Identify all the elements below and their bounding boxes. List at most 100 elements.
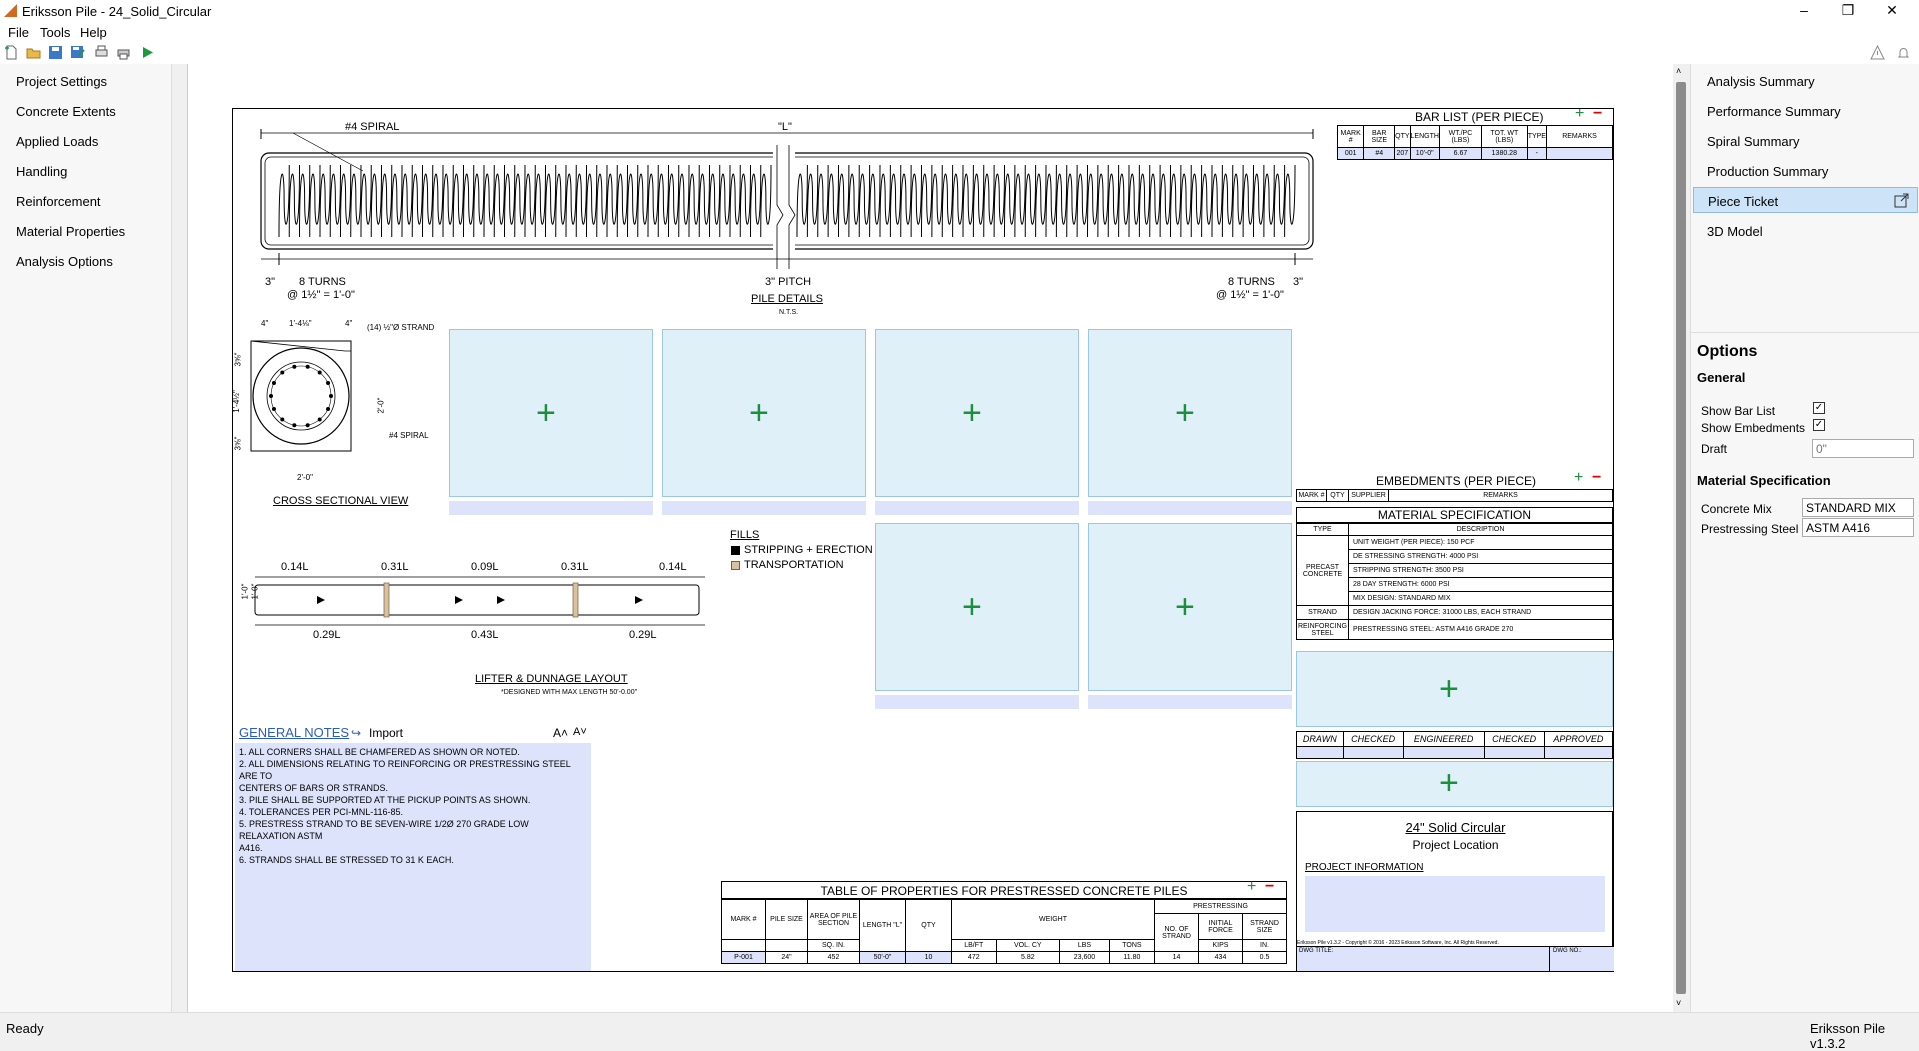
nav-project-settings[interactable]: Project Settings [16,74,107,89]
draft-input[interactable] [1812,439,1914,458]
import-icon[interactable]: ↪ [351,726,361,740]
status-text: Ready [6,1021,44,1036]
cs-left-b: 3⅝" [233,436,243,451]
menu-tools[interactable]: Tools [40,25,70,40]
nav-applied-loads[interactable]: Applied Loads [16,134,98,149]
cell-remarks[interactable] [1546,147,1613,160]
nav-reinforcement[interactable]: Reinforcement [16,194,101,209]
close-button[interactable]: ✕ [1870,0,1914,22]
cell-bar-size[interactable]: #4 [1363,147,1396,160]
logo-image-slot[interactable]: + [1296,651,1613,727]
image-caption-4[interactable] [1088,501,1292,515]
nav-handling[interactable]: Handling [16,164,67,179]
signoff-cell[interactable] [1483,746,1545,759]
th-emb-qty: QTY [1326,489,1349,502]
signoff-cell[interactable] [1296,746,1344,759]
nav-analysis-summary[interactable]: Analysis Summary [1707,74,1815,89]
save-as-icon[interactable] [70,45,85,60]
signoff-cell[interactable] [1342,746,1404,759]
nav-analysis-options[interactable]: Analysis Options [16,254,113,269]
scroll-down-icon[interactable]: ˅ [1676,998,1681,1008]
signoff-cell[interactable] [1402,746,1485,759]
image-caption-5[interactable] [875,695,1079,709]
image-caption-1[interactable] [449,501,653,515]
scrollbar-thumb[interactable] [1676,82,1686,994]
open-folder-icon[interactable] [26,45,41,60]
nav-performance-summary[interactable]: Performance Summary [1707,104,1841,119]
window-title: Eriksson Pile - 24_Solid_Circular [22,4,212,19]
cell-mark[interactable]: P-001 [721,951,766,964]
cell-length[interactable]: 50'-0" [859,951,906,964]
prestressing-steel-input[interactable]: ASTM A416 [1802,518,1914,537]
menu-file[interactable]: File [8,25,29,40]
embedments-remove-button[interactable]: − [1592,469,1601,487]
cell-type[interactable]: - [1526,147,1548,160]
cell-qty[interactable]: 207 [1394,147,1411,160]
image-caption-3[interactable] [875,501,1079,515]
show-embedments-checkbox[interactable]: ✓ [1813,419,1825,431]
nav-spiral-summary[interactable]: Spiral Summary [1707,134,1799,149]
run-analysis-icon[interactable] [140,45,155,60]
warning-icon[interactable] [1870,45,1885,60]
vertical-scrollbar[interactable]: ˄ ˅ [1673,64,1689,1012]
stamp-image-slot[interactable]: + [1296,761,1613,807]
cs-top-mid: 1'-4⅛" [289,319,312,328]
scroll-up-icon[interactable]: ˄ [1676,66,1681,76]
nav-piece-ticket-label: Piece Ticket [1708,194,1779,209]
concrete-mix-input[interactable]: STANDARD MIX [1802,498,1914,517]
font-increase-button[interactable]: A˄ [553,726,568,740]
cell-lbft: 472 [951,951,997,964]
cell-wt-pc[interactable]: 6.67 [1438,147,1482,160]
nav-3d-model[interactable]: 3D Model [1707,224,1763,239]
notification-bell-icon[interactable] [1896,45,1911,60]
cell-length[interactable]: 10'-0" [1409,147,1440,160]
image-slot-4[interactable]: + [1088,329,1292,497]
image-caption-2[interactable] [662,501,866,515]
signoff-cell[interactable] [1543,746,1614,759]
cs-top-4b: 4" [345,319,353,328]
bar-list-add-button[interactable]: + [1575,105,1584,123]
project-info-field[interactable] [1305,876,1605,932]
image-slot-3[interactable]: + [875,329,1079,497]
save-icon[interactable] [48,45,63,60]
cell-area: 452 [807,951,860,964]
material-spec-table-block: MATERIAL SPECIFICATION TYPE DESCRIPTION P… [1296,507,1613,640]
image-slot-2[interactable]: + [662,329,866,497]
bar-list-remove-button[interactable]: − [1593,105,1602,123]
cell-qty[interactable]: 10 [905,951,952,964]
minimize-button[interactable]: – [1782,0,1826,22]
embedments-title: EMBEDMENTS (PER PIECE) [1376,474,1537,488]
nav-concrete-extents[interactable]: Concrete Extents [16,104,116,119]
properties-remove-button[interactable]: − [1265,878,1274,896]
image-slot-1[interactable]: + [449,329,653,497]
table-row[interactable]: P-001 24" 452 50'-0" 10 472 5.82 23,600 … [721,951,1287,964]
new-file-icon[interactable] [4,45,19,60]
th-mark: MARK # [721,899,766,940]
properties-add-button[interactable]: + [1247,878,1256,896]
image-caption-6[interactable] [1088,695,1292,709]
restore-button[interactable]: ❐ [1826,0,1870,22]
transport-swatch [731,561,740,570]
cell-mark[interactable]: 001 [1336,147,1365,160]
import-button[interactable]: Import [369,726,403,740]
open-external-icon[interactable] [1894,193,1909,208]
nav-piece-ticket[interactable]: Piece Ticket [1693,187,1918,213]
cs-spiral-label: #4 SPIRAL [389,431,429,440]
image-slot-6[interactable]: + [1088,523,1292,691]
menu-help[interactable]: Help [80,25,107,40]
show-bar-list-checkbox[interactable]: ✓ [1813,402,1825,414]
prestressing-steel-label: Prestressing Steel [1701,522,1799,536]
font-decrease-button[interactable]: A˅ [573,726,587,738]
image-slot-5[interactable]: + [875,523,1079,691]
embedments-add-button[interactable]: + [1574,469,1583,487]
table-row[interactable]: 001 #4 207 10'-0" 6.67 1380.28 - [1336,147,1613,160]
general-notes-editor[interactable]: 1. ALL CORNERS SHALL BE CHAMFERED AS SHO… [235,743,591,971]
print-icon[interactable] [116,45,131,60]
strand-dot [305,423,310,428]
nav-material-properties[interactable]: Material Properties [16,224,125,239]
print-preview-icon[interactable] [94,45,109,60]
cs-strand-label: (14) ½"Ø STRAND [367,323,435,332]
cell-tot-wt[interactable]: 1380.28 [1480,147,1528,160]
nav-production-summary[interactable]: Production Summary [1707,164,1828,179]
th-length: LENGTH [1409,125,1440,148]
